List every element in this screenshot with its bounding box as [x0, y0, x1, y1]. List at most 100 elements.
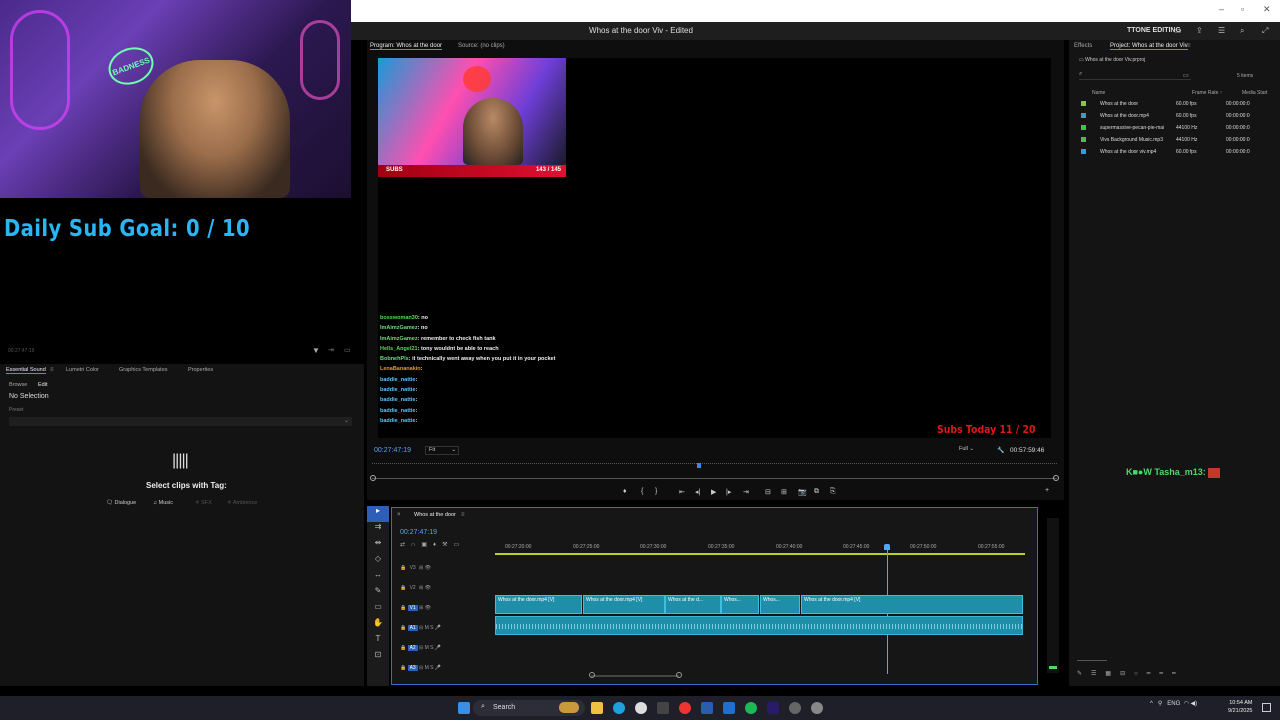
lock-icon[interactable]: 🔒 — [400, 625, 408, 631]
razor-icon[interactable]: ◇ — [367, 554, 389, 570]
search-icon[interactable]: ⌕ — [1240, 26, 1249, 35]
panel-scrollbar[interactable] — [1077, 660, 1107, 661]
track-label[interactable]: A2 — [407, 645, 418, 651]
extract-icon[interactable]: ⊞ — [781, 488, 787, 496]
step-back-icon[interactable]: ◂| — [695, 488, 700, 496]
project-item[interactable]: supermassive-pecan-pie-mai 44100 Hz 00:00:… — [1081, 125, 1279, 132]
project-footer-tools[interactable]: ✎☰▦⊟○━━━ — [1077, 670, 1277, 677]
button-editor-icon[interactable]: + — [1045, 487, 1049, 494]
track-row[interactable]: 🔒 A3 ⊟ M S 🎤 — [392, 659, 1037, 679]
project-item[interactable]: Whos at the door.mp4 60.00 fps 00:00:00:0 — [1081, 113, 1279, 120]
menu-icon[interactable]: ☰ — [1218, 26, 1227, 35]
track-header[interactable]: 🔒 V3 ⊞ 👁 — [400, 565, 431, 571]
column-media-start[interactable]: Media Start — [1242, 90, 1268, 96]
tab-graphics-templates[interactable]: Graphics Templates — [119, 367, 168, 373]
lock-icon[interactable]: 🔒 — [400, 665, 408, 671]
caption-icon[interactable]: ⊡ — [367, 650, 389, 666]
start-icon[interactable] — [458, 702, 470, 714]
taskbar-search[interactable]: ⌕ Search — [473, 700, 585, 716]
label-color-icon[interactable] — [1081, 149, 1086, 154]
premiere-icon[interactable] — [767, 702, 779, 714]
notification-icon[interactable] — [1262, 703, 1271, 712]
tag-music[interactable]: ♫ Music — [153, 500, 173, 506]
tab-effects[interactable]: Effects — [1074, 43, 1092, 49]
project-search[interactable]: ⌕ — [1079, 71, 1191, 80]
spotify-icon[interactable] — [745, 702, 757, 714]
audio-clip[interactable] — [495, 616, 1023, 635]
mark-in-icon[interactable]: { — [641, 488, 643, 495]
scrub-bar[interactable] — [372, 478, 1057, 479]
track-header[interactable]: 🔒 V1 ⊞ 👁 — [400, 605, 431, 611]
tag-ambience[interactable]: ✳ Ambience — [227, 500, 257, 506]
minimize-icon[interactable]: – — [1219, 4, 1224, 14]
quality-dropdown[interactable]: Full ⌄ — [959, 446, 987, 455]
new-bin-icon[interactable]: ▭ — [1183, 72, 1189, 79]
close-icon[interactable]: ✕ — [1263, 4, 1271, 15]
track-header[interactable]: 🔒 A2 ⊟ M S 🎤 — [400, 645, 441, 651]
subtab-browse[interactable]: Browse — [9, 382, 27, 388]
video-clip[interactable]: Whos at the door.mp4 [V] — [801, 595, 1023, 614]
chrome-icon[interactable] — [635, 702, 647, 714]
label-color-icon[interactable] — [1081, 113, 1086, 118]
file-explorer-icon[interactable] — [591, 702, 603, 714]
tab-essential-sound[interactable]: Essential Sound — [6, 367, 46, 374]
tab-project[interactable]: Project: Whos at the door Viv — [1110, 43, 1188, 50]
track-controls[interactable]: ⊟ M S 🎤 — [418, 645, 441, 651]
play-icon[interactable]: ▶ — [711, 488, 716, 496]
insert-icon[interactable]: ⇥ — [328, 346, 334, 354]
column-name[interactable]: Name — [1092, 90, 1105, 96]
label-color-icon[interactable] — [1081, 125, 1086, 130]
tab-program[interactable]: Program: Whos at the door — [370, 43, 443, 50]
app-icon[interactable] — [657, 702, 669, 714]
scroll-handle-right[interactable] — [676, 672, 682, 678]
workspace-label[interactable]: TTONE EDITING — [1127, 27, 1181, 34]
app-icon[interactable] — [811, 702, 823, 714]
label-color-icon[interactable] — [1081, 101, 1086, 106]
video-clip[interactable]: Whos... — [721, 595, 759, 614]
go-to-in-icon[interactable]: ⇤ — [679, 488, 685, 496]
track-header[interactable]: 🔒 V2 ⊞ 👁 — [400, 585, 431, 591]
track-label[interactable]: A3 — [407, 665, 418, 671]
timeline-timecode[interactable]: 00:27:47:19 — [400, 529, 437, 536]
track-select-icon[interactable]: ⇉ — [367, 522, 389, 538]
tag-sfx[interactable]: ✳ SFX — [195, 500, 212, 506]
volume-icon[interactable]: ◀) — [1191, 701, 1198, 707]
chevron-up-icon[interactable]: ^ — [1150, 701, 1153, 707]
zoom-dropdown[interactable]: Fit ⌄ — [425, 446, 459, 455]
rectangle-icon[interactable]: ▭ — [367, 602, 389, 618]
subtab-edit[interactable]: Edit — [38, 382, 47, 388]
lock-icon[interactable]: 🔒 — [400, 565, 408, 571]
tag-dialogue[interactable]: 🗨 Dialogue — [106, 500, 136, 506]
zoom-scrollbar[interactable] — [591, 675, 679, 677]
track-row[interactable]: 🔒 A1 ⊟ M S 🎤 — [392, 616, 1037, 639]
track-label[interactable]: V3 — [408, 565, 418, 571]
project-item[interactable]: Whos at the door viv.mp4 60.00 fps 00:00:0… — [1081, 149, 1279, 156]
track-header[interactable]: 🔒 A1 ⊟ M S 🎤 — [400, 625, 441, 631]
sequence-tab[interactable]: Whos at the door — [414, 512, 456, 518]
track-label[interactable]: A1 — [407, 625, 418, 631]
playhead-marker[interactable] — [697, 463, 701, 468]
track-row[interactable]: 🔒 V3 ⊞ 👁 — [392, 559, 1037, 579]
playhead-timecode[interactable]: 00:27:47:19 — [374, 447, 411, 454]
panel-menu-icon[interactable]: ≡ — [50, 367, 54, 373]
track-controls[interactable]: ⊟ M S 🎤 — [418, 625, 441, 631]
tab-properties[interactable]: Properties — [188, 367, 213, 373]
wrench-icon[interactable]: 🔧 — [997, 447, 1004, 454]
scrub-handle-right[interactable] — [1053, 475, 1059, 481]
app-icon[interactable] — [679, 702, 691, 714]
filter-icon[interactable]: ▼ — [312, 346, 320, 355]
add-marker-icon[interactable]: ♦ — [623, 488, 627, 495]
usb-icon[interactable]: ⚲ — [1158, 701, 1162, 707]
label-color-icon[interactable] — [1081, 137, 1086, 142]
edge-icon[interactable] — [613, 702, 625, 714]
track-controls[interactable]: ⊞ 👁 — [418, 585, 431, 591]
selection-tool-icon[interactable]: ▸ — [367, 506, 389, 522]
export-frame-icon[interactable]: 📷 — [798, 488, 807, 496]
column-frame-rate[interactable]: Frame Rate ↑ — [1192, 90, 1222, 96]
lift-icon[interactable]: ⊟ — [765, 488, 771, 496]
video-clip[interactable]: Whos at the d... — [665, 595, 721, 614]
wifi-icon[interactable]: ◠ — [1184, 701, 1189, 707]
step-forward-icon[interactable]: |▸ — [726, 488, 731, 496]
scrub-handle-left[interactable] — [370, 475, 376, 481]
clock[interactable]: 10:54 AM 9/21/2025 — [1228, 699, 1252, 715]
